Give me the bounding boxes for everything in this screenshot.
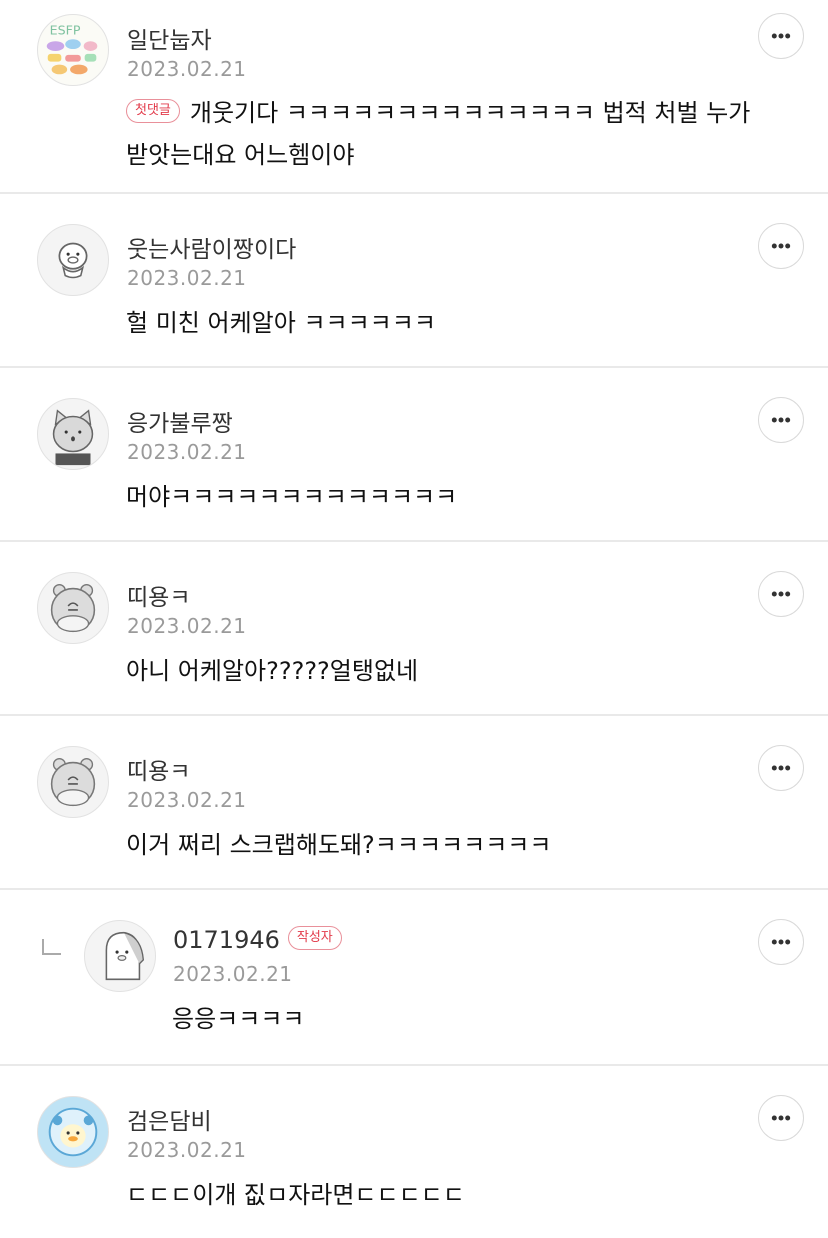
- more-dots-icon: [771, 243, 791, 249]
- bear-avatar-icon: [50, 757, 96, 807]
- avatar[interactable]: [37, 398, 109, 470]
- reply-comment-item: 0171946 작성자 2023.02.21 응응ㅋㅋㅋㅋ: [0, 890, 828, 1066]
- comment-date: 2023.02.21: [127, 788, 247, 812]
- comment-text: ㄷㄷㄷ이개 짒ㅁ자라면ㄷㄷㄷㄷㄷ: [126, 1181, 465, 1209]
- more-button[interactable]: [758, 13, 804, 59]
- user-name[interactable]: 0171946 작성자: [173, 926, 342, 954]
- author-badge: 작성자: [287, 926, 342, 950]
- svg-text:ESFP: ESFP: [50, 22, 81, 37]
- avatar[interactable]: [84, 920, 156, 992]
- comment-date: 2023.02.21: [127, 57, 247, 81]
- comment-list: ESFP 일단눕자 2023.02.21 첫댓글 개웃기다 ㅋㅋㅋㅋㅋㅋㅋㅋㅋㅋㅋ…: [0, 0, 828, 1238]
- comment-date: 2023.02.21: [127, 1138, 247, 1162]
- comment-item: 응가불루짱 2023.02.21 머야ㅋㅋㅋㅋㅋㅋㅋㅋㅋㅋㅋㅋㅋ: [0, 368, 828, 542]
- bear-avatar-icon: [50, 583, 96, 633]
- more-button[interactable]: [758, 223, 804, 269]
- avatar[interactable]: [37, 224, 109, 296]
- more-dots-icon: [771, 1115, 791, 1121]
- more-dots-icon: [771, 417, 791, 423]
- comment-text: 머야ㅋㅋㅋㅋㅋㅋㅋㅋㅋㅋㅋㅋㅋ: [126, 483, 458, 511]
- user-name[interactable]: 일단눕자: [127, 21, 212, 55]
- doodle-avatar-icon: ESFP: [46, 22, 98, 75]
- duck-avatar-icon: [48, 1107, 98, 1157]
- more-button[interactable]: [758, 919, 804, 965]
- comment-date: 2023.02.21: [127, 440, 247, 464]
- user-name[interactable]: 띠용ㅋ: [127, 578, 190, 612]
- comment-text: 응응ㅋㅋㅋㅋ: [172, 1005, 305, 1033]
- comment-text: 아니 어케알아?????얼탱없네: [126, 657, 419, 685]
- more-dots-icon: [771, 939, 791, 945]
- comment-item: 검은담비 2023.02.21 ㄷㄷㄷ이개 짒ㅁ자라면ㄷㄷㄷㄷㄷ: [0, 1066, 828, 1238]
- character-avatar-icon: [58, 242, 88, 279]
- comment-item: ESFP 일단눕자 2023.02.21 첫댓글 개웃기다 ㅋㅋㅋㅋㅋㅋㅋㅋㅋㅋㅋ…: [0, 0, 828, 194]
- comment-date: 2023.02.21: [127, 266, 247, 290]
- user-name-text: 0171946: [173, 926, 280, 954]
- avatar[interactable]: ESFP: [37, 14, 109, 86]
- more-dots-icon: [771, 765, 791, 771]
- more-button[interactable]: [758, 745, 804, 791]
- more-button[interactable]: [758, 571, 804, 617]
- avatar[interactable]: [37, 572, 109, 644]
- penguin-avatar-icon: [105, 931, 145, 981]
- comment-date: 2023.02.21: [127, 614, 247, 638]
- more-dots-icon: [771, 591, 791, 597]
- comment-date: 2023.02.21: [173, 962, 293, 986]
- comment-item: 띠용ㅋ 2023.02.21 이거 쩌리 스크랩해도돼?ㅋㅋㅋㅋㅋㅋㅋㅋ: [0, 716, 828, 890]
- user-name[interactable]: 웃는사람이짱이다: [127, 230, 296, 264]
- user-name[interactable]: 띠용ㅋ: [127, 752, 190, 786]
- comment-item: 띠용ㅋ 2023.02.21 아니 어케알아?????얼탱없네: [0, 542, 828, 716]
- comment-text-line1: 개웃기다 ㅋㅋㅋㅋㅋㅋㅋㅋㅋㅋㅋㅋㅋㅋ 법적 처벌 누가: [189, 99, 751, 127]
- more-button[interactable]: [758, 397, 804, 443]
- user-name[interactable]: 검은담비: [127, 1102, 212, 1136]
- reply-arrow-icon: [42, 939, 61, 955]
- more-button[interactable]: [758, 1095, 804, 1141]
- avatar[interactable]: [37, 1096, 109, 1168]
- avatar[interactable]: [37, 746, 109, 818]
- comment-item: 웃는사람이짱이다 2023.02.21 헐 미친 어케알아 ㅋㅋㅋㅋㅋㅋ: [0, 194, 828, 368]
- first-comment-badge: 첫댓글: [126, 99, 180, 123]
- user-name[interactable]: 응가불루짱: [127, 404, 233, 438]
- cat-avatar-icon: [52, 409, 94, 466]
- comment-text: 이거 쩌리 스크랩해도돼?ㅋㅋㅋㅋㅋㅋㅋㅋ: [126, 831, 552, 859]
- comment-text-line2: 받앗는대요 어느헴이야: [126, 141, 355, 169]
- comment-text: 헐 미친 어케알아 ㅋㅋㅋㅋㅋㅋ: [126, 309, 436, 337]
- comment-text: 첫댓글 개웃기다 ㅋㅋㅋㅋㅋㅋㅋㅋㅋㅋㅋㅋㅋㅋ 법적 처벌 누가 받앗는대요 어느…: [126, 92, 750, 176]
- more-dots-icon: [771, 33, 791, 39]
